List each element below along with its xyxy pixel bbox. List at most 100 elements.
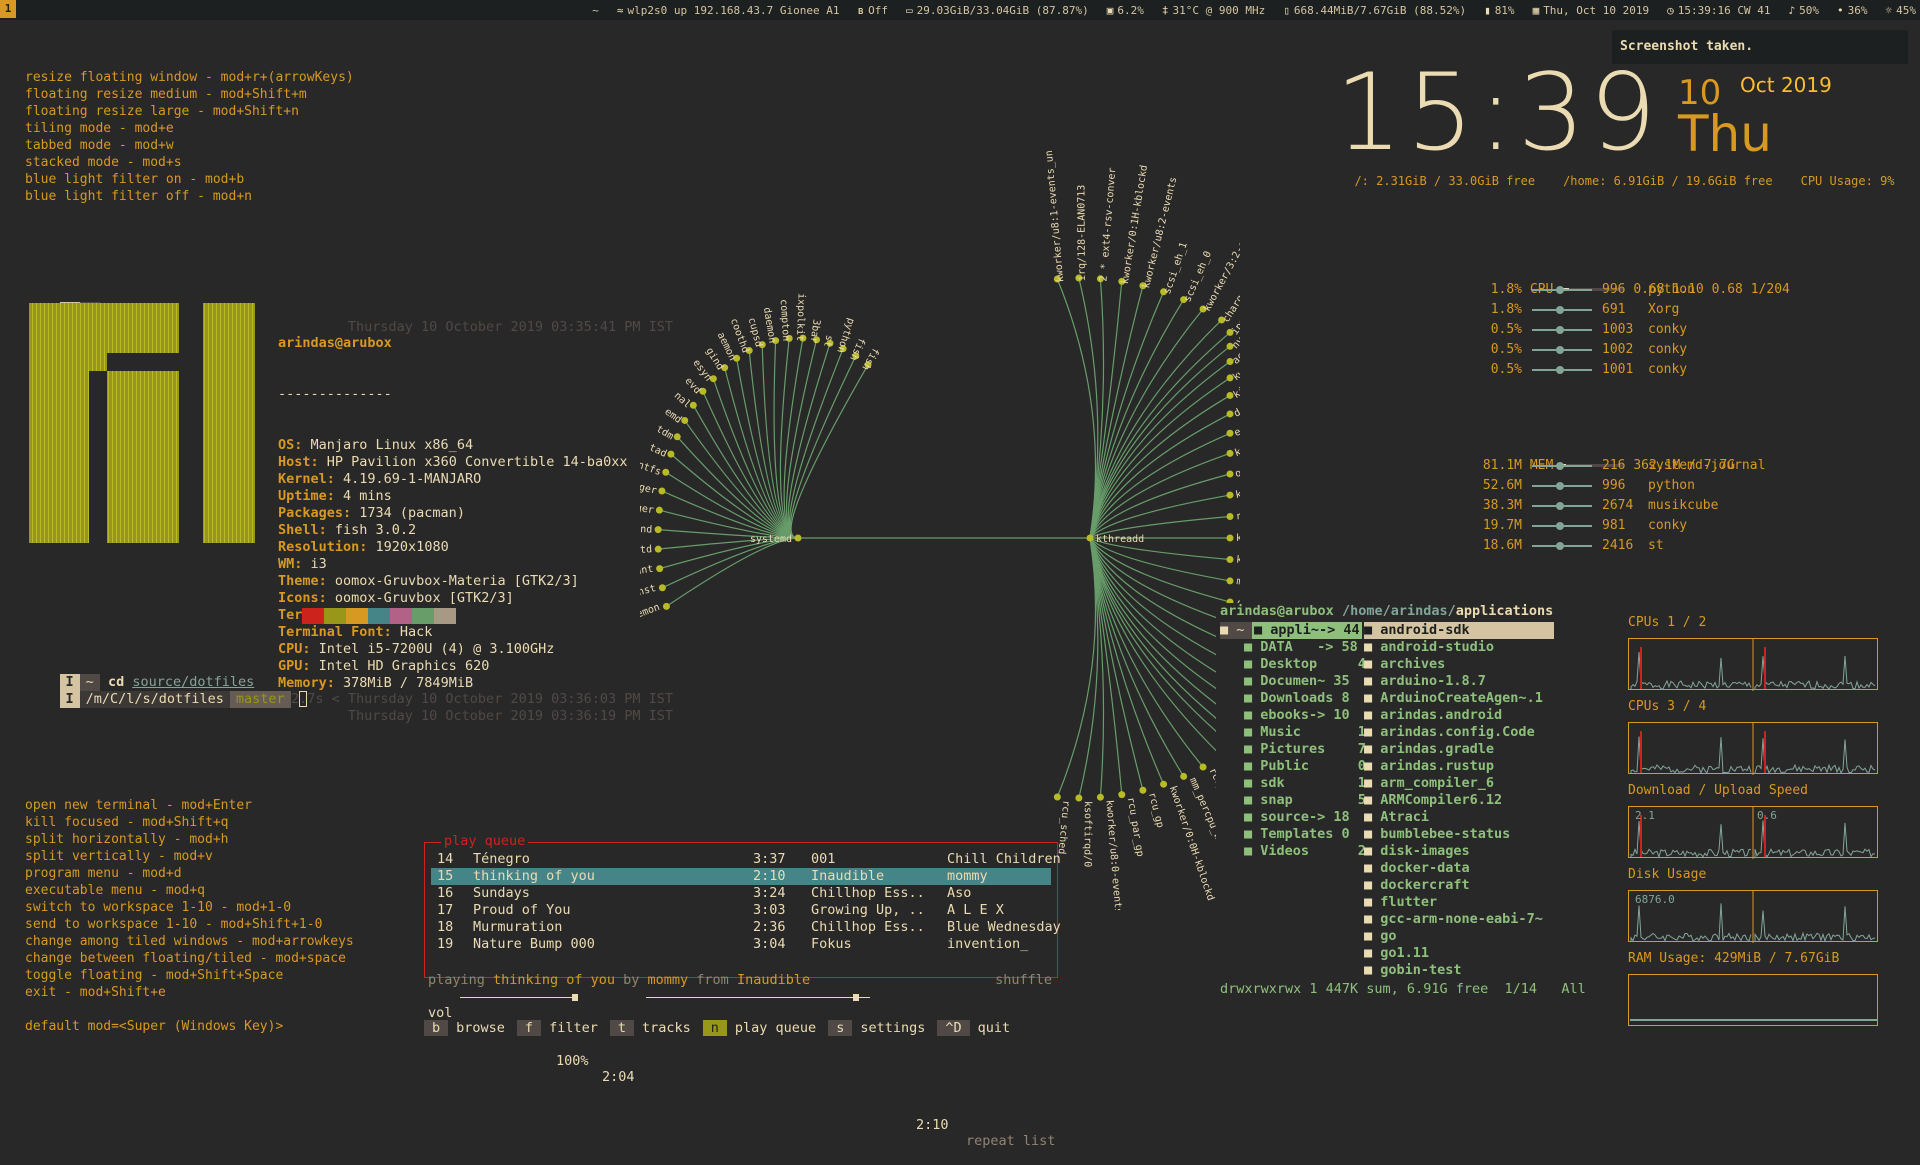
ram-usage-graph (1628, 974, 1878, 1026)
status-item-volume[interactable]: ♪ 50% (1789, 4, 1820, 17)
neofetch-key: Kernel: (278, 471, 344, 487)
process-usage: 1.8% (1490, 282, 1522, 297)
folder-icon: ■ (1244, 758, 1261, 774)
status-item-wifi[interactable]: ≈ wlp2s0 up 192.168.43.7 Gionee A1 (617, 4, 840, 17)
fm-dir-entry[interactable]: ■ Public 0 (1216, 758, 1366, 775)
root-disk-free: /: 2.31GiB / 33.0GiB free (1354, 174, 1536, 188)
volume-knob[interactable] (572, 994, 578, 1001)
fm-dir-entry[interactable]: ■ Documen~ 35 (1216, 673, 1352, 690)
musikcube-player[interactable]: play queue 14 Ténegro 3:37 001 Chill Childre… (420, 832, 1061, 1149)
seek-bar[interactable] (646, 997, 870, 998)
tab-label: filter (549, 1020, 598, 1036)
fm-file-entry[interactable]: ■ arindas.gradle (1364, 741, 1554, 758)
fm-dir-entry[interactable]: ■ ebooks-> 10 (1216, 707, 1352, 724)
tree-node (655, 506, 663, 514)
fm-file-entry[interactable]: ■ flutter (1364, 894, 1554, 911)
fm-file-entry[interactable]: ■ go1.11 (1364, 945, 1554, 962)
fm-file-entry[interactable]: ■ android-studio (1364, 639, 1554, 656)
volume-slider[interactable] (460, 997, 578, 998)
status-item-bluetooth[interactable]: ʙ Off (857, 4, 888, 17)
fm-dir-entry[interactable]: ■ appli~-> 44 (1252, 622, 1362, 639)
fm-dir-entry[interactable]: ■ DATA -> 58 (1216, 639, 1358, 656)
fm-dir-entry[interactable]: ■ Pictures 7 (1216, 741, 1366, 758)
fm-file-entry[interactable]: ■ ArduinoCreateAgen~.1 (1364, 690, 1554, 707)
fm-dir-entry[interactable]: ■ sdk 1 (1216, 775, 1366, 792)
neofetch-terminal[interactable]: I~ neofetch Thursday 10 October 2019 03:… (27, 283, 673, 724)
fm-parent-column[interactable]: ■ appli~-> 44 ■ DATA -> 58 ■ Desktop 4 ■ Do… (1216, 622, 1366, 860)
total-time: 2:10 (916, 1117, 949, 1133)
workspace-1-button[interactable]: 1 (0, 0, 16, 18)
fm-file-entry[interactable]: ■ docker-data (1364, 860, 1554, 877)
fm-file-entry[interactable]: ■ gcc-arm-none-eabi-7~ (1364, 911, 1554, 928)
fm-dir-entry[interactable]: ■ snap 5 (1216, 792, 1366, 809)
tab-play-queue[interactable]: n play queue (702, 1020, 828, 1036)
fm-current-column[interactable]: ■ android-sdk ■ android-studio ■ archives ■… (1364, 622, 1554, 979)
seek-knob[interactable] (853, 994, 860, 1001)
tab-settings[interactable]: s settings (828, 1020, 937, 1036)
ranger-file-manager[interactable]: arindas@arubox /home/arindas/application… (1216, 603, 1586, 997)
queue-row[interactable]: 15 thinking of you 2:10 Inaudible mommy (431, 868, 1051, 885)
status-item-memory[interactable]: ▯ 668.44MiB/7.67GiB (88.52%) (1283, 4, 1466, 17)
process-usage: 1.8% (1490, 302, 1522, 317)
tree-node-label: ksoftirqd/0 (1082, 801, 1093, 867)
fm-file-entry[interactable]: ■ disk-images (1364, 843, 1554, 860)
fm-entry-name: dockercraft (1380, 877, 1470, 893)
queue-row[interactable]: 17 Proud of You 3:03 Growing Up, .. A L E X (431, 902, 1051, 919)
fm-file-entry[interactable]: ■ arindas.android (1364, 707, 1554, 724)
fm-entry-name: Atraci (1380, 809, 1430, 825)
fm-dir-entry[interactable]: ■ Templates 0 (1216, 826, 1352, 843)
status-item-battery[interactable]: ▮ 81% (1484, 4, 1515, 17)
palette-swatch (412, 608, 434, 624)
clock-time: 15:39 (1335, 51, 1661, 174)
fm-file-entry[interactable]: ■ gobin-test (1364, 962, 1554, 979)
fm-file-entry[interactable]: ■ Atraci (1364, 809, 1554, 826)
tab-browse[interactable]: b browse (424, 1020, 517, 1036)
fm-dir-entry[interactable]: ■ Desktop 4 (1216, 656, 1366, 673)
neofetch-row: WM: i3 (278, 556, 628, 573)
shuffle-button[interactable]: shuffle (995, 972, 1052, 988)
status-item-brightness[interactable]: ☼ 45% (1886, 4, 1917, 17)
queue-row[interactable]: 18 Murmuration 2:36 Chillhop Ess.. Blue Wedn… (431, 919, 1061, 936)
process-name: conky (1648, 518, 1688, 533)
queue-row[interactable]: 16 Sundays 3:24 Chillhop Ess.. Aso (431, 885, 1051, 902)
fm-dir-entry[interactable]: ■ source-> 18 (1216, 809, 1352, 826)
status-item-clock[interactable]: ◷ 15:39:16 CW 41 (1667, 4, 1770, 17)
status-item-thermometer[interactable]: ‡ 31°C @ 900 MHz (1162, 4, 1265, 17)
tab-filter[interactable]: f filter (516, 1020, 610, 1036)
status-text: 668.44MiB/7.67GiB (88.52%) (1293, 3, 1467, 17)
fm-dir-entry[interactable]: ■ Music 1 (1216, 724, 1366, 741)
keybinding-line: exit - mod+Shift+e (25, 985, 166, 1000)
process-usage-bar (1532, 461, 1592, 470)
net-down-value: 2.1 (1635, 809, 1655, 822)
status-item-disk[interactable]: ▭ 29.03GiB/33.04GiB (87.87%) (906, 4, 1089, 17)
neofetch-separator: -------------- (278, 386, 392, 402)
fm-file-entry[interactable]: ■ bumblebee-status (1364, 826, 1554, 843)
fm-file-entry[interactable]: ■ archives (1364, 656, 1554, 673)
fm-file-entry[interactable]: ■ arduino-1.8.7 (1364, 673, 1554, 690)
repeat-button[interactable]: repeat list (966, 1133, 1055, 1149)
fm-file-entry[interactable]: ■ dockercraft (1364, 877, 1554, 894)
terminal-cursor[interactable] (298, 691, 307, 707)
fm-file-entry[interactable]: ■ arm_compiler_6 (1364, 775, 1554, 792)
queue-row[interactable]: 14 Ténegro 3:37 001 Chill Children (431, 851, 1061, 868)
track-duration: 3:37 (753, 851, 786, 867)
prompt-line-3[interactable]: I/m/C/l/s/dotfiles master Thursday 10 Oct… (27, 674, 673, 724)
fm-file-entry[interactable]: ■ arindas.config.Code (1364, 724, 1554, 741)
tab-quit[interactable]: ^D quit (937, 1020, 1022, 1036)
fm-file-entry[interactable]: ■ arindas.rustup (1364, 758, 1554, 775)
status-item-calendar[interactable]: ▦ Thu, Oct 10 2019 (1533, 4, 1650, 17)
fm-dir-entry[interactable]: ■ Downloads 8 (1216, 690, 1352, 707)
status-item-cpu[interactable]: ▣ 6.2% (1107, 4, 1144, 17)
process-pid: 996 (1602, 478, 1626, 493)
kthreadd-label: kthreadd (1096, 534, 1144, 545)
process-pid: 216 (1602, 458, 1626, 473)
fm-file-entry[interactable]: ■ ARMCompiler6.12 (1364, 792, 1554, 809)
fm-file-entry[interactable]: ■ android-sdk (1364, 622, 1554, 639)
tab-tracks[interactable]: t tracks (609, 1020, 703, 1036)
status-item-microphone[interactable]: • 36% (1837, 4, 1868, 17)
fm-dir-entry[interactable]: ■ Videos 2 (1216, 843, 1366, 860)
fm-file-entry[interactable]: ■ go (1364, 928, 1554, 945)
neofetch-key: WM: (278, 556, 311, 572)
neofetch-key: Packages: (278, 505, 360, 521)
queue-row[interactable]: 19 Nature Bump 000 3:04 Fokus invention_ (431, 936, 1051, 953)
